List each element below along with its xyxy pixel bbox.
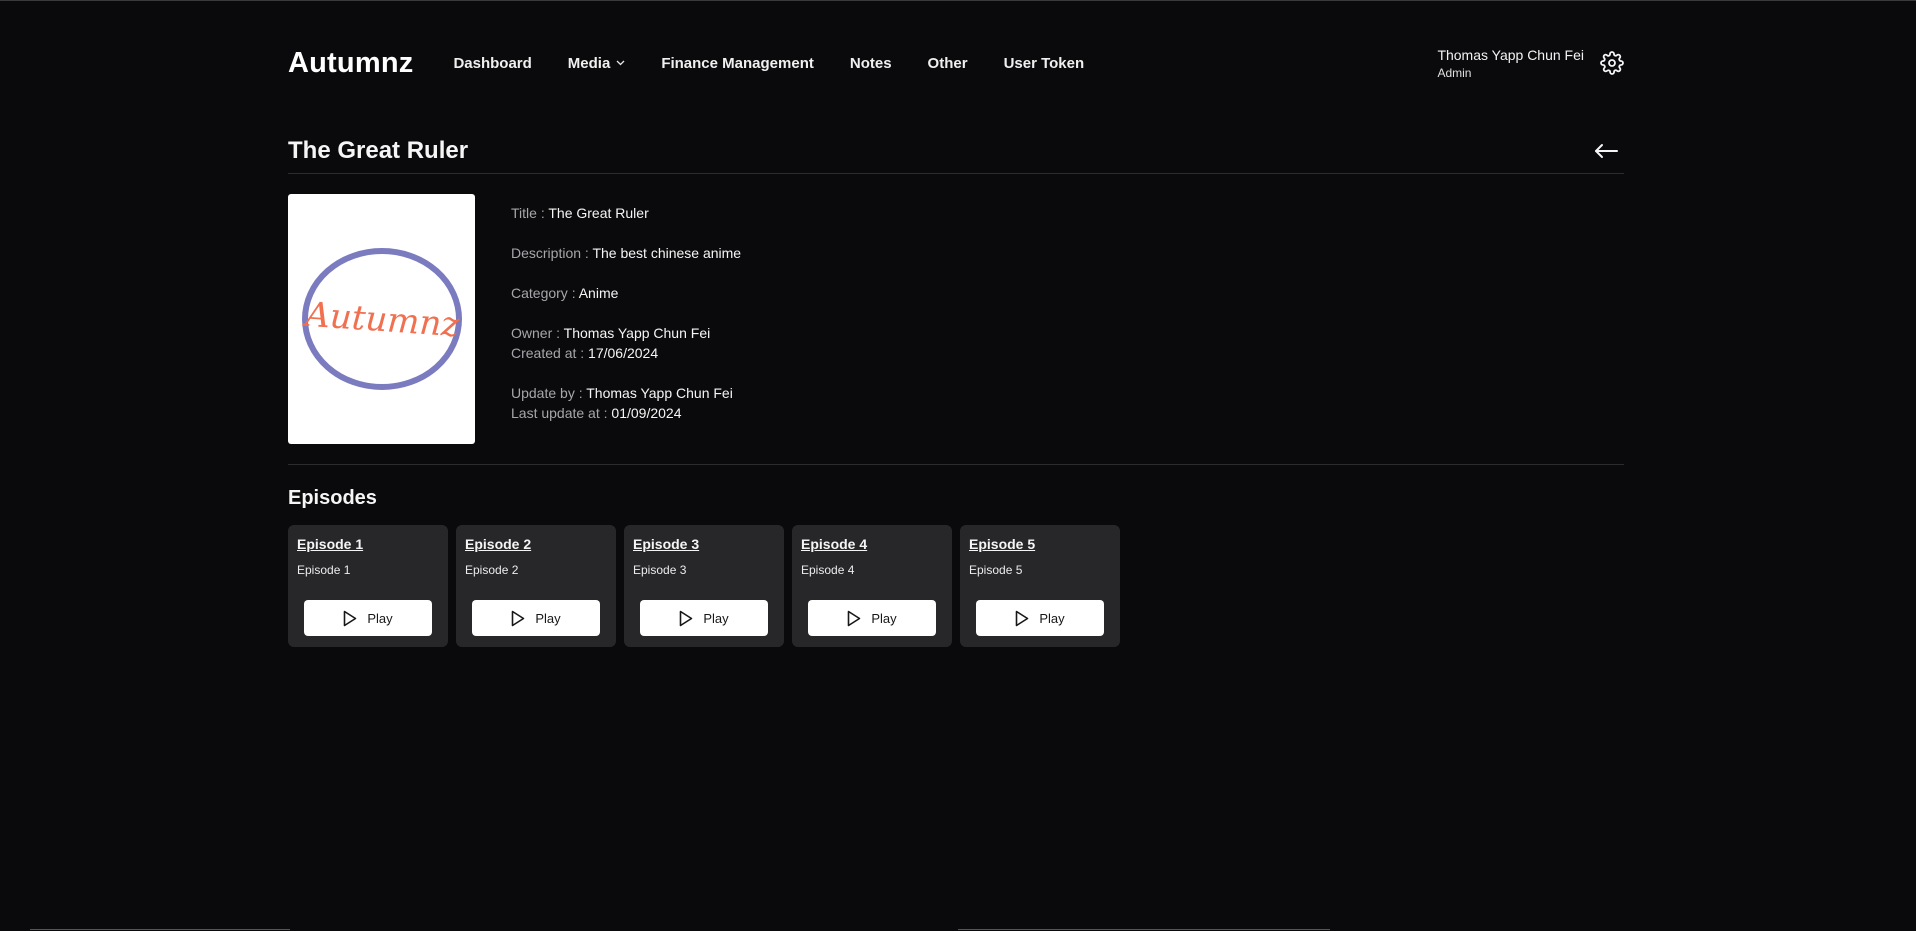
window-top-border: [0, 0, 1916, 1]
play-label: Play: [703, 610, 729, 626]
section-divider: [288, 464, 1624, 465]
nav-item-label: Notes: [849, 54, 892, 72]
arrow-left-icon[interactable]: [1594, 143, 1618, 159]
detail-category: Category : Anime: [511, 285, 619, 301]
episode-card: Episode 3 Episode 3 Play: [624, 525, 784, 647]
nav-item-label: Media: [567, 54, 611, 72]
play-button[interactable]: Play: [304, 600, 432, 636]
detail-last-update: Last update at : 01/09/2024: [511, 405, 682, 421]
page-header: The Great Ruler: [288, 128, 1624, 174]
nav-item-label: Finance Management: [661, 54, 814, 72]
bottom-edge-mark: [958, 929, 1330, 930]
episode-card: Episode 4 Episode 4 Play: [792, 525, 952, 647]
nav-item-finance-management[interactable]: Finance Management: [661, 55, 814, 72]
episode-subtitle: Episode 3: [633, 563, 687, 577]
episode-subtitle: Episode 5: [969, 563, 1023, 577]
play-label: Play: [1039, 610, 1065, 626]
user-name: Thomas Yapp Chun Fei: [1437, 46, 1584, 63]
play-label: Play: [871, 610, 897, 626]
gear-icon[interactable]: [1600, 51, 1624, 75]
episode-title-link[interactable]: Episode 5: [969, 536, 1035, 552]
user-info: Thomas Yapp Chun Fei Admin: [1437, 47, 1584, 80]
play-icon: [847, 610, 861, 627]
episode-subtitle: Episode 1: [297, 563, 351, 577]
nav-item-label: Other: [927, 54, 968, 72]
user-menu: Thomas Yapp Chun Fei Admin: [1437, 47, 1624, 80]
nav-item-label: User Token: [1003, 54, 1085, 72]
autumnz-logo: Autumnz: [301, 248, 462, 390]
user-role: Admin: [1437, 65, 1472, 80]
episode-subtitle: Episode 4: [801, 563, 855, 577]
chevron-down-icon: [616, 60, 625, 66]
play-button[interactable]: Play: [640, 600, 768, 636]
episode-title-link[interactable]: Episode 3: [633, 536, 699, 552]
nav-item-media[interactable]: Media: [568, 55, 626, 72]
detail-description: Description : The best chinese anime: [511, 245, 742, 261]
episodes-heading: Episodes: [288, 487, 377, 509]
brand-logo[interactable]: Autumnz: [288, 47, 413, 80]
play-icon: [511, 610, 525, 627]
nav-item-notes[interactable]: Notes: [850, 55, 892, 72]
episode-title-link[interactable]: Episode 4: [801, 536, 867, 552]
detail-updated-by: Update by : Thomas Yapp Chun Fei: [511, 385, 733, 401]
play-button[interactable]: Play: [472, 600, 600, 636]
episode-title-link[interactable]: Episode 1: [297, 536, 363, 552]
bottom-edge-mark: [30, 929, 290, 930]
nav-item-dashboard[interactable]: Dashboard: [453, 55, 531, 72]
media-poster: Autumnz: [288, 194, 475, 444]
nav-item-user-token[interactable]: User Token: [1004, 55, 1085, 72]
play-button[interactable]: Play: [976, 600, 1104, 636]
episodes-list: Episode 1 Episode 1 Play Episode 2 Episo…: [288, 525, 1120, 647]
nav-item-other[interactable]: Other: [928, 55, 968, 72]
page-title: The Great Ruler: [288, 136, 469, 164]
play-icon: [679, 610, 693, 627]
top-navbar: Autumnz Dashboard Media Finance Manageme…: [288, 38, 1624, 88]
play-label: Play: [535, 610, 561, 626]
play-icon: [1015, 610, 1029, 627]
episode-title-link[interactable]: Episode 2: [465, 536, 531, 552]
play-button[interactable]: Play: [808, 600, 936, 636]
episode-subtitle: Episode 2: [465, 563, 519, 577]
nav-item-label: Dashboard: [453, 54, 532, 72]
episode-card: Episode 2 Episode 2 Play: [456, 525, 616, 647]
media-details: Title : The Great Ruler Description : Th…: [511, 203, 741, 423]
detail-title: Title : The Great Ruler: [511, 205, 649, 221]
episode-card: Episode 5 Episode 5 Play: [960, 525, 1120, 647]
episode-card: Episode 1 Episode 1 Play: [288, 525, 448, 647]
play-icon: [343, 610, 357, 627]
main-nav: Dashboard Media Finance Management Notes…: [453, 55, 1120, 72]
logo-text: Autumnz: [301, 294, 462, 345]
detail-owner: Owner : Thomas Yapp Chun Fei: [511, 325, 711, 341]
play-label: Play: [367, 610, 393, 626]
detail-created-at: Created at : 17/06/2024: [511, 345, 659, 361]
